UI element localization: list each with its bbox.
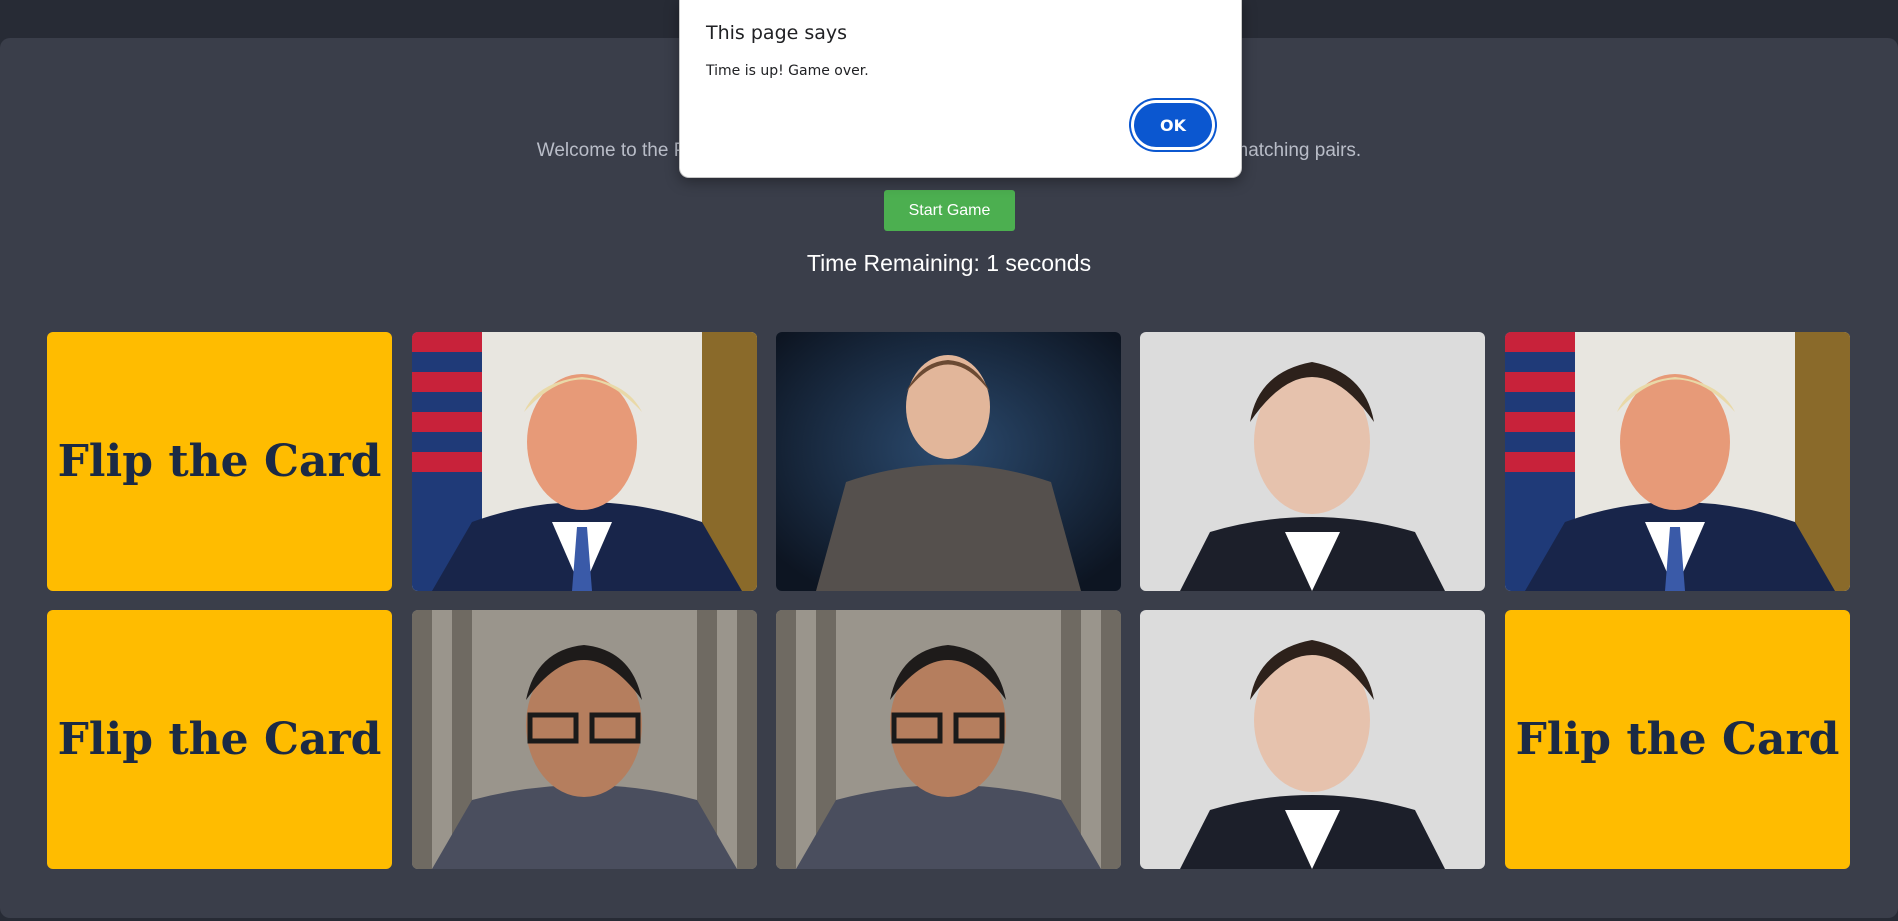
man-suit-flag-photo	[1505, 332, 1850, 591]
man-dark-blazer-photo	[1140, 610, 1485, 869]
man-gray-tshirt-photo	[776, 332, 1121, 591]
card-label: Flip the Card	[1515, 714, 1840, 765]
card-6[interactable]: Flip the Card	[47, 610, 392, 869]
dialog-message: Time is up! Game over.	[706, 63, 869, 79]
card-5[interactable]	[1505, 332, 1850, 591]
card-1[interactable]: Flip the Card	[47, 332, 392, 591]
man-glasses-blazer-photo	[412, 610, 757, 869]
card-7[interactable]	[412, 610, 757, 869]
dialog-title: This page says	[706, 22, 848, 44]
start-game-button[interactable]: Start Game	[884, 190, 1015, 231]
alert-dialog: This page says Time is up! Game over. OK	[679, 0, 1242, 178]
card-10[interactable]: Flip the Card	[1505, 610, 1850, 869]
card-9[interactable]	[1140, 610, 1485, 869]
card-3[interactable]	[776, 332, 1121, 591]
card-label: Flip the Card	[57, 714, 382, 765]
man-dark-blazer-photo	[1140, 332, 1485, 591]
man-glasses-blazer-photo	[776, 610, 1121, 869]
time-remaining: Time Remaining: 1 seconds	[806, 250, 1092, 276]
ok-button[interactable]: OK	[1134, 103, 1212, 147]
man-suit-flag-photo	[412, 332, 757, 591]
card-label: Flip the Card	[57, 436, 382, 487]
card-4[interactable]	[1140, 332, 1485, 591]
card-2[interactable]	[412, 332, 757, 591]
card-8[interactable]	[776, 610, 1121, 869]
